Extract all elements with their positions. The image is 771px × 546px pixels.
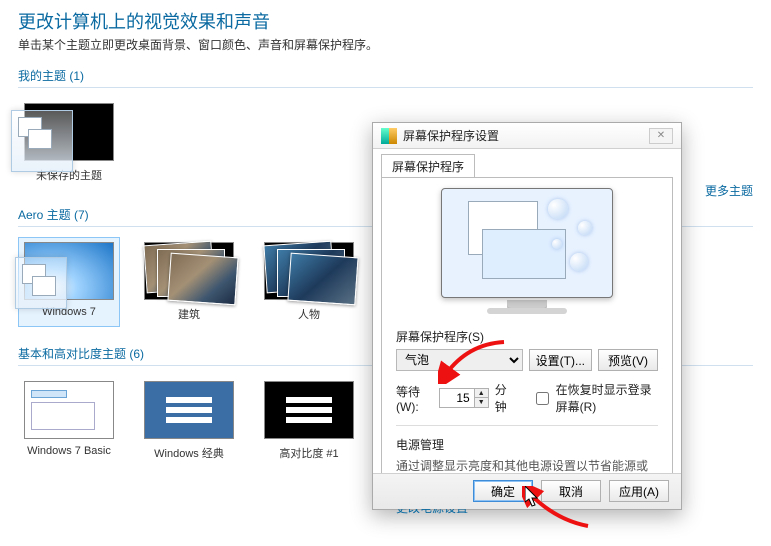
theme-architecture[interactable]: 建筑 xyxy=(138,237,240,327)
theme-overlay-icon xyxy=(11,110,73,172)
theme-label: 高对比度 #1 xyxy=(279,445,338,461)
screensaver-dialog: 屏幕保护程序设置 ✕ 屏幕保护程序 屏幕保护程序(S) 气泡 设置(T)... … xyxy=(372,122,682,510)
dialog-tabs: 屏幕保护程序 xyxy=(381,155,673,177)
theme-label: 人物 xyxy=(298,306,320,322)
theme-label: Windows 经典 xyxy=(154,445,224,461)
settings-button[interactable]: 设置(T)... xyxy=(529,349,592,371)
ok-button[interactable]: 确定 xyxy=(473,480,533,502)
preview-button[interactable]: 预览(V) xyxy=(598,349,658,371)
dialog-title: 屏幕保护程序设置 xyxy=(403,127,499,144)
theme-label: Windows 7 Basic xyxy=(27,445,111,457)
apply-button[interactable]: 应用(A) xyxy=(609,480,669,502)
spinner-down-icon[interactable]: ▼ xyxy=(474,398,488,407)
theme-classic[interactable]: Windows 经典 xyxy=(138,376,240,466)
more-themes-link[interactable]: 更多主题 xyxy=(705,182,753,199)
theme-hc1[interactable]: 高对比度 #1 xyxy=(258,376,360,466)
power-title: 电源管理 xyxy=(396,436,658,453)
close-icon[interactable]: ✕ xyxy=(649,128,673,144)
resume-login-input[interactable] xyxy=(536,392,549,405)
dialog-titlebar[interactable]: 屏幕保护程序设置 ✕ xyxy=(373,123,681,149)
screensaver-icon xyxy=(381,128,397,144)
theme-unsaved[interactable]: 未保存的主题 xyxy=(18,98,120,188)
my-themes-header: 我的主题 (1) xyxy=(18,67,753,88)
dialog-body: 屏幕保护程序(S) 气泡 设置(T)... 预览(V) 等待(W): ▲ ▼ 分… xyxy=(381,177,673,479)
wait-unit: 分钟 xyxy=(495,381,514,415)
resume-login-checkbox[interactable]: 在恢复时显示登录屏幕(R) xyxy=(532,381,658,415)
tab-screensaver[interactable]: 屏幕保护程序 xyxy=(381,154,475,178)
theme-characters[interactable]: 人物 xyxy=(258,237,360,327)
theme-label: 建筑 xyxy=(178,306,200,322)
resume-login-label: 在恢复时显示登录屏幕(R) xyxy=(556,381,658,415)
cancel-button[interactable]: 取消 xyxy=(541,480,601,502)
page-subtitle: 单击某个主题立即更改桌面背景、窗口颜色、声音和屏幕保护程序。 xyxy=(18,36,753,53)
wait-label: 等待(W): xyxy=(396,383,433,414)
page-title: 更改计算机上的视觉效果和声音 xyxy=(18,8,753,34)
theme-w7-basic[interactable]: Windows 7 Basic xyxy=(18,376,120,466)
preview-monitor xyxy=(441,188,613,316)
screensaver-label: 屏幕保护程序(S) xyxy=(396,328,658,345)
dialog-footer: 确定 取消 应用(A) xyxy=(373,473,681,509)
screensaver-select[interactable]: 气泡 xyxy=(396,349,523,371)
wait-input[interactable] xyxy=(440,391,474,405)
theme-windows7[interactable]: Windows 7 xyxy=(18,237,120,327)
theme-overlay-icon xyxy=(15,257,67,309)
spinner-up-icon[interactable]: ▲ xyxy=(474,389,488,398)
wait-spinner[interactable]: ▲ ▼ xyxy=(439,388,489,408)
